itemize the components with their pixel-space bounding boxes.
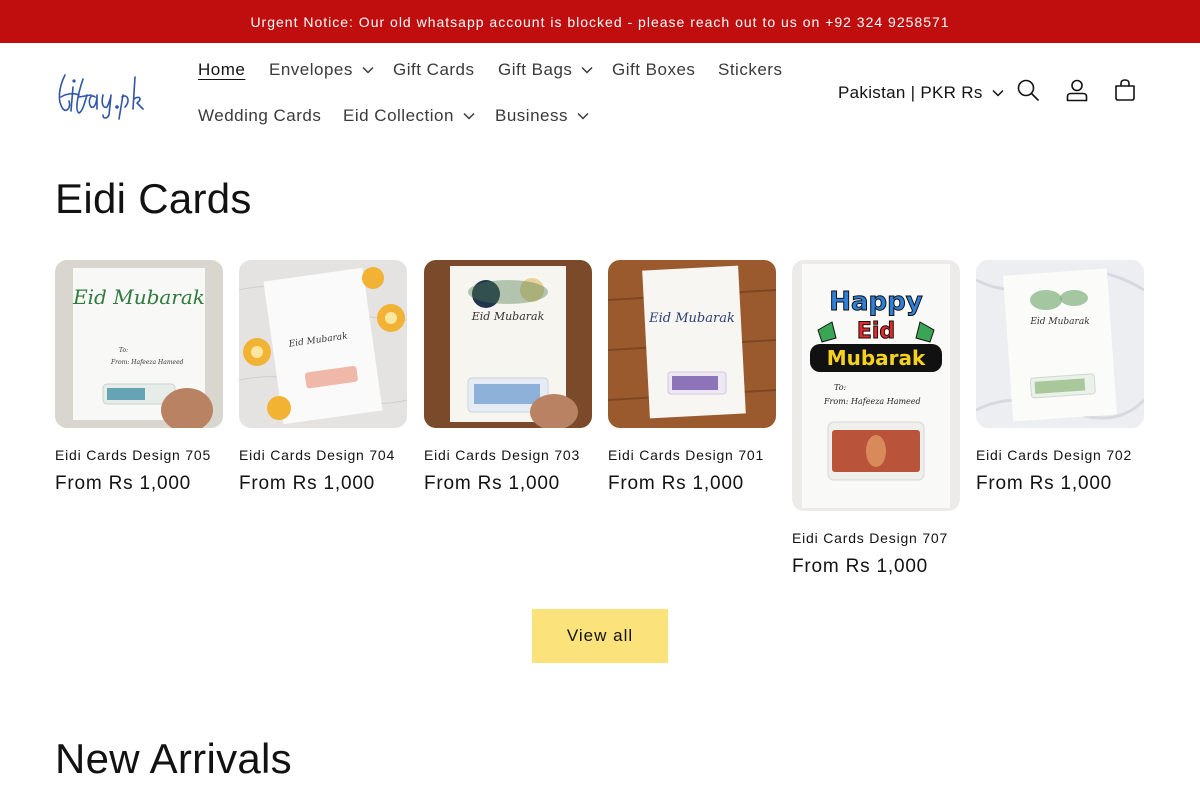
nav-wedding-cards-label: Wedding Cards — [198, 106, 322, 125]
nav-eid-collection[interactable]: Eid Collection — [343, 106, 475, 126]
nav-stickers-label: Stickers — [718, 60, 783, 79]
site-header: Home Envelopes Gift Cards Gift Bags Gift… — [0, 43, 1200, 143]
nav-eid-collection-label: Eid Collection — [343, 106, 454, 125]
announcement-bar: Urgent Notice: Our old whatsapp account … — [0, 0, 1200, 43]
nav-gift-cards-label: Gift Cards — [393, 60, 475, 79]
section-title-new-arrivals: New Arrivals — [55, 735, 292, 782]
nav-gift-cards[interactable]: Gift Cards — [393, 60, 475, 80]
card-text: Eid Mubarak — [648, 311, 735, 326]
cart-icon — [1115, 79, 1135, 101]
product-price: From Rs 1,000 — [239, 473, 376, 494]
product-image[interactable]: Eid Mubarak To: From: Hafeeza Hameed — [55, 260, 223, 428]
product-image[interactable]: Eid Mubarak — [976, 260, 1144, 428]
announcement-text: Urgent Notice: Our old whatsapp account … — [250, 13, 950, 30]
product-card[interactable]: Eid Mubarak To: From: Hafeeza Hameed Eid… — [55, 260, 223, 495]
card-text: Eid Mubarak — [471, 310, 545, 323]
view-all-button[interactable]: View all — [532, 609, 668, 663]
chevron-down-icon — [992, 89, 1004, 97]
search-icon — [1017, 79, 1039, 101]
product-card[interactable]: Eid Mubarak Eidi Cards Design 704 From R… — [239, 260, 407, 495]
nav-envelopes[interactable]: Envelopes — [269, 60, 374, 80]
product-title[interactable]: Eidi Cards Design 707 — [792, 530, 960, 546]
nav-stickers[interactable]: Stickers — [718, 60, 782, 80]
nav-envelopes-label: Envelopes — [269, 60, 353, 79]
country-currency-label: Pakistan | PKR Rs — [838, 83, 983, 102]
nav-home-label: Home — [198, 60, 246, 79]
chevron-down-icon — [362, 66, 374, 74]
section-title-eidi-cards: Eidi Cards — [55, 175, 252, 222]
nav-business[interactable]: Business — [495, 106, 589, 126]
country-currency-selector[interactable]: Pakistan | PKR Rs — [838, 83, 1004, 103]
product-title[interactable]: Eidi Cards Design 701 — [608, 447, 776, 463]
product-title[interactable]: Eidi Cards Design 705 — [55, 447, 223, 463]
account-icon — [1066, 79, 1088, 102]
product-price: From Rs 1,000 — [424, 473, 561, 494]
chevron-down-icon — [463, 112, 475, 120]
card-to-text: To: — [834, 383, 847, 392]
site-logo[interactable] — [55, 67, 159, 121]
product-title[interactable]: Eidi Cards Design 703 — [424, 447, 592, 463]
cart-button[interactable] — [1110, 75, 1140, 105]
nav-gift-bags[interactable]: Gift Bags — [498, 60, 593, 80]
nav-business-label: Business — [495, 106, 568, 125]
product-price: From Rs 1,000 — [976, 473, 1113, 494]
account-button[interactable] — [1062, 75, 1092, 105]
card-text: Eid Mubarak — [72, 285, 205, 309]
card-from-text: From: Hafeeza Hameed — [110, 359, 184, 366]
product-title[interactable]: Eidi Cards Design 704 — [239, 447, 407, 463]
chevron-down-icon — [577, 112, 589, 120]
product-price: From Rs 1,000 — [792, 556, 929, 577]
product-image[interactable]: Eid Mubarak — [239, 260, 407, 428]
product-card[interactable]: Happy Eid Mubarak To: From: Hafeeza Hame… — [792, 260, 960, 578]
card-text-eid: Eid — [857, 319, 895, 344]
card-to-text: To: — [119, 347, 128, 354]
nav-wedding-cards[interactable]: Wedding Cards — [198, 106, 321, 126]
product-title[interactable]: Eidi Cards Design 702 — [976, 447, 1144, 463]
chevron-down-icon — [581, 66, 593, 74]
card-text: Eid Mubarak — [1029, 317, 1089, 327]
product-price: From Rs 1,000 — [55, 473, 192, 494]
product-image[interactable]: Happy Eid Mubarak To: From: Hafeeza Hame… — [792, 260, 960, 511]
product-image[interactable]: Eid Mubarak — [424, 260, 592, 428]
nav-home[interactable]: Home — [198, 60, 245, 80]
card-text-happy: Happy — [829, 287, 923, 317]
nav-gift-bags-label: Gift Bags — [498, 60, 573, 79]
card-text-mubarak: Mubarak — [827, 346, 926, 370]
product-image[interactable]: Eid Mubarak — [608, 260, 776, 428]
logo-wordmark-image — [58, 74, 144, 120]
product-card[interactable]: Eid Mubarak Eidi Cards Design 701 From R… — [608, 260, 776, 495]
nav-gift-boxes-label: Gift Boxes — [612, 60, 696, 79]
product-card[interactable]: Eid Mubarak Eidi Cards Design 702 From R… — [976, 260, 1144, 495]
product-card[interactable]: Eid Mubarak Eidi Cards Design 703 From R… — [424, 260, 592, 495]
nav-gift-boxes[interactable]: Gift Boxes — [612, 60, 695, 80]
search-button[interactable] — [1013, 75, 1043, 105]
product-price: From Rs 1,000 — [608, 473, 745, 494]
card-from-text: From: Hafeeza Hameed — [823, 397, 921, 406]
